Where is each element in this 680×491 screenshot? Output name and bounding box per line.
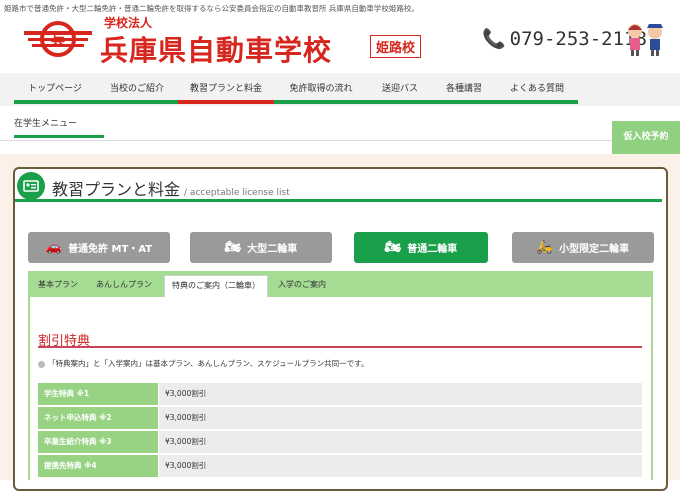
discount-value: ¥3,000割引: [159, 431, 642, 453]
category-label: 小型限定二輪車: [559, 244, 630, 255]
title-underline: [15, 199, 662, 202]
car-icon: 🚗: [45, 240, 63, 255]
discount-value: ¥3,000割引: [159, 455, 642, 477]
category-label: 普通免許 MT・AT: [68, 244, 153, 255]
tab-admission[interactable]: 入学のご案内: [268, 275, 336, 297]
discount-label: 卒業生紹介特典 ※3: [38, 431, 158, 453]
svg-text:兵: 兵: [51, 32, 65, 49]
page-title-text: 教習プランと料金: [52, 180, 181, 199]
nav-underline-active: [178, 100, 274, 104]
tab-anshin-plan[interactable]: あんしんプラン: [88, 275, 160, 297]
page-title: 教習プランと料金 / acceptable license list: [52, 176, 290, 200]
divider: [0, 140, 612, 141]
table-row: 学生特典 ※1 ¥3,000割引: [38, 383, 642, 405]
school-logo-icon[interactable]: 兵: [22, 18, 94, 60]
site-description: 姫路市で普通免許・大型二輪免許・普通二輪免許を取得するなら公安委員会指定の自動車…: [4, 4, 419, 13]
motorcycle-icon: 🏍: [384, 240, 402, 255]
nav-underline-left: [14, 100, 178, 104]
scooter-icon: 🛵: [536, 240, 554, 255]
discount-value: ¥3,000割引: [159, 383, 642, 405]
discount-label: 学生特典 ※1: [38, 383, 158, 405]
category-button-car[interactable]: 🚗 普通免許 MT・AT: [28, 232, 170, 263]
bullet-icon: [38, 360, 45, 368]
phone-icon: 📞: [482, 28, 506, 50]
table-row: 卒業生紹介特典 ※3 ¥3,000割引: [38, 431, 642, 453]
mascot-girl-icon: [628, 24, 642, 56]
phone-number[interactable]: 📞 079-253-2118: [482, 27, 647, 50]
note-text: 「特典案内」と「入学案内」は基本プラン、あんしんプラン、スケジュールプラン共同一…: [48, 359, 369, 368]
tab-basic-plan[interactable]: 基本プラン: [30, 275, 86, 297]
note: 「特典案内」と「入学案内」は基本プラン、あんしんプラン、スケジュールプラン共同一…: [38, 358, 368, 369]
discount-value: ¥3,000割引: [159, 407, 642, 429]
section-underline: [38, 346, 642, 348]
student-menu-link[interactable]: 在学生メニュー: [14, 116, 77, 129]
category-label: 普通二輪車: [407, 244, 458, 255]
category-button-large-motorcycle[interactable]: 🏍 大型二輪車: [190, 232, 332, 263]
category-label: 大型二輪車: [247, 244, 298, 255]
motorcycle-icon: 🏍: [224, 240, 242, 255]
student-menu-underline: [14, 135, 104, 138]
provisional-enrollment-button[interactable]: 仮入校予約: [612, 121, 680, 154]
license-card-icon: [17, 172, 45, 200]
category-button-small-motorcycle[interactable]: 🛵 小型限定二輪車: [512, 232, 654, 263]
tab-benefits[interactable]: 特典のご案内（二輪車）: [164, 275, 268, 298]
mascot-boy-icon: [647, 24, 663, 56]
category-button-standard-motorcycle[interactable]: 🏍 普通二輪車: [354, 232, 488, 263]
nav-underline-right: [274, 100, 578, 104]
table-row: ネット申込特典 ※2 ¥3,000割引: [38, 407, 642, 429]
branch-badge: 姫路校: [370, 35, 422, 58]
discount-label: ネット申込特典 ※2: [38, 407, 158, 429]
page-subtitle: / acceptable license list: [184, 188, 290, 198]
discount-label: 提携先特典 ※4: [38, 455, 158, 477]
table-row: 提携先特典 ※4 ¥3,000割引: [38, 455, 642, 477]
school-name[interactable]: 兵庫県自動車学校: [100, 29, 332, 69]
